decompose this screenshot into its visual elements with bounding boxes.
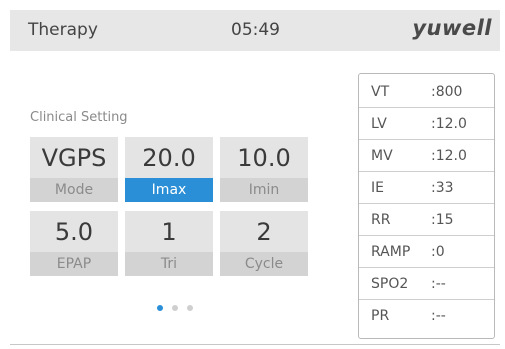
brand-logo: yuwell xyxy=(412,16,492,40)
tile-imin[interactable]: 10.0 Imin xyxy=(220,137,308,202)
stat-row-vt: VT :800 xyxy=(359,79,494,108)
stat-value: :12.0 xyxy=(431,148,467,164)
tile-epap[interactable]: 5.0 EPAP xyxy=(30,211,118,276)
tile-epap-value: 5.0 xyxy=(54,218,94,246)
tile-cycle-label: Cycle xyxy=(220,252,308,276)
header-bar: Therapy 05:49 yuwell xyxy=(10,10,500,51)
tile-imax-label: Imax xyxy=(125,178,213,202)
stat-key: MV xyxy=(371,148,393,164)
stat-value: :0 xyxy=(431,244,445,260)
tile-tri[interactable]: 1 Tri xyxy=(125,211,213,276)
stat-row-ramp: RAMP :0 xyxy=(359,239,494,268)
stat-key: PR xyxy=(371,308,390,324)
stat-value: :-- xyxy=(431,308,446,324)
clock: 05:49 xyxy=(231,20,280,40)
monitor-panel: VT :800 LV :12.0 MV :12.0 IE :33 RR :15 … xyxy=(358,73,495,339)
clinical-setting-label: Clinical Setting xyxy=(30,110,128,125)
stat-key: VT xyxy=(371,84,390,100)
stat-row-rr: RR :15 xyxy=(359,207,494,236)
stat-key: IE xyxy=(371,180,384,196)
tile-mode-label: Mode xyxy=(30,178,118,202)
tile-tri-label: Tri xyxy=(125,252,213,276)
page-dot-3[interactable] xyxy=(187,305,193,311)
page-title: Therapy xyxy=(28,20,98,40)
stat-value: :33 xyxy=(431,180,454,196)
stat-key: RR xyxy=(371,212,391,228)
tile-imax[interactable]: 20.0 Imax xyxy=(125,137,213,202)
stat-row-pr: PR :-- xyxy=(359,303,494,332)
stat-row-spo2: SPO2 :-- xyxy=(359,271,494,300)
page-dot-1[interactable] xyxy=(157,305,163,311)
stat-row-lv: LV :12.0 xyxy=(359,111,494,140)
stat-value: :15 xyxy=(431,212,454,228)
stat-row-mv: MV :12.0 xyxy=(359,143,494,172)
tile-epap-label: EPAP xyxy=(30,252,118,276)
tile-mode[interactable]: VGPS Mode xyxy=(30,137,118,202)
tile-tri-value: 1 xyxy=(161,218,177,246)
tile-mode-value: VGPS xyxy=(41,144,107,172)
stat-key: SPO2 xyxy=(371,276,409,292)
tile-imin-label: Imin xyxy=(220,178,308,202)
stat-value: :800 xyxy=(431,84,463,100)
stat-value: :12.0 xyxy=(431,116,467,132)
stat-value: :-- xyxy=(431,276,446,292)
stat-key: LV xyxy=(371,116,387,132)
bottom-divider xyxy=(10,344,500,345)
stat-row-ie: IE :33 xyxy=(359,175,494,204)
tile-cycle-value: 2 xyxy=(256,218,272,246)
page-dot-2[interactable] xyxy=(172,305,178,311)
tile-imax-value: 20.0 xyxy=(142,144,196,172)
stat-key: RAMP xyxy=(371,244,411,260)
tile-imin-value: 10.0 xyxy=(237,144,291,172)
tile-cycle[interactable]: 2 Cycle xyxy=(220,211,308,276)
